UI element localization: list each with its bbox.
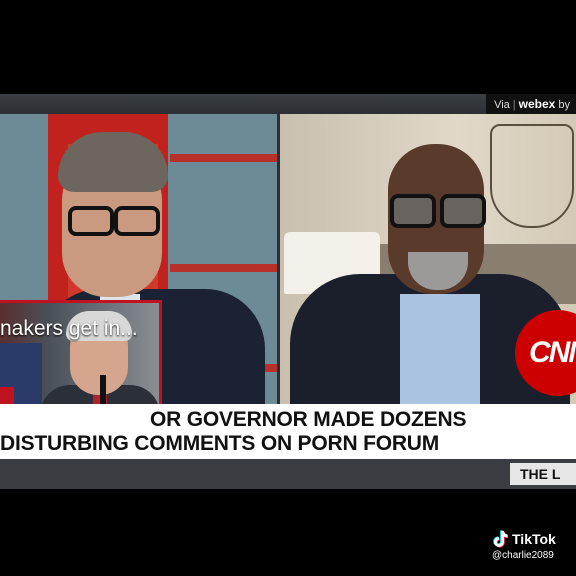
pip-caption: nakers get in... — [0, 317, 138, 340]
tiktok-brand: TikTok — [512, 531, 556, 547]
tiktok-logo-icon — [493, 530, 508, 548]
webex-brand: webex — [518, 97, 556, 111]
show-label: THE L — [510, 463, 576, 485]
via-label: Via — [494, 99, 510, 111]
top-bar: Via | webex by — [0, 94, 576, 114]
lower-third: OR GOVERNOR MADE DOZENS DISTURBING COMME… — [0, 404, 576, 459]
webex-suffix: by — [558, 99, 570, 111]
tiktok-username: @charlie2089 — [492, 550, 554, 561]
glasses-icon — [68, 206, 114, 236]
webex-badge: Via | webex by — [486, 94, 576, 114]
ticker-bar: THE L — [0, 459, 576, 489]
video-frame: Via | webex by CN N — [0, 94, 576, 489]
headline-line-2: DISTURBING COMMENTS ON PORN FORUM — [0, 432, 440, 455]
chandelier — [490, 124, 574, 228]
headline-line-1: OR GOVERNOR MADE DOZENS — [150, 408, 467, 431]
tiktok-watermark: TikTok @charlie2089 — [492, 530, 576, 561]
